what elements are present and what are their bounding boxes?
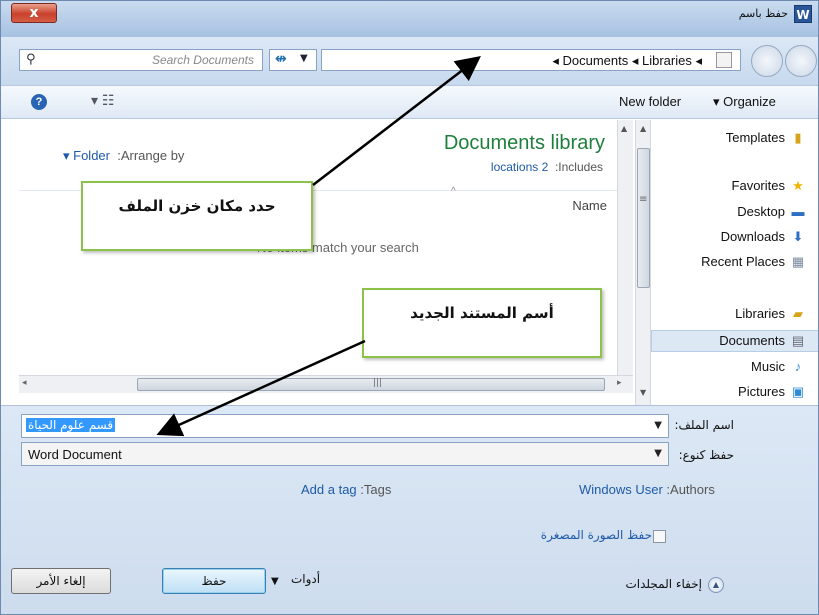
library-title: Documents library (443, 132, 605, 154)
title-bar: x حفظ باسم W (1, 1, 818, 37)
organize-button[interactable]: ▾ Organize (713, 94, 776, 110)
includes-label: :Includes (554, 160, 603, 174)
nav-scrollbar[interactable]: ▲ ≡ ▼ (635, 120, 651, 405)
horizontal-scrollbar[interactable]: ◂ ||| ▸ (19, 375, 633, 393)
filetype-select[interactable]: Word Document ▼ (21, 442, 669, 466)
search-box[interactable]: ⚲ Search Documents (19, 49, 263, 71)
forward-button[interactable] (751, 45, 783, 77)
library-includes: locations 2 :Includes (491, 160, 603, 174)
filetype-value[interactable]: Word Document (28, 447, 122, 462)
close-button[interactable]: x (11, 3, 57, 23)
arrange-by[interactable]: ▾ Folder :Arrange by (63, 148, 184, 164)
back-button[interactable] (785, 45, 817, 77)
scroll-up-icon[interactable]: ▲ (621, 124, 627, 133)
callout-new-document-name: أسم المستند الجديد (362, 288, 602, 358)
search-input[interactable]: Search Documents (152, 53, 254, 67)
documents-icon: ▤ (791, 333, 805, 348)
star-icon: ★ (792, 178, 804, 193)
folder-icon: ▮ (794, 130, 802, 145)
chevron-down-icon[interactable]: ▼ (271, 576, 279, 587)
tools-menu[interactable]: أدوات (291, 572, 320, 586)
save-button[interactable]: حفظ (162, 568, 266, 594)
filename-label: اسم الملف: (674, 418, 734, 432)
new-folder-button[interactable]: New folder (619, 94, 681, 109)
scroll-left-icon[interactable]: ◂ (22, 378, 27, 388)
callout-file-location: حدد مكان خزن الملف (81, 181, 313, 251)
desktop-icon: ▬ (791, 204, 805, 219)
refresh-control[interactable]: ↮ ▼ (269, 49, 317, 71)
recent-places-icon: ▦ (791, 254, 805, 269)
cancel-button[interactable]: إلغاء الأمر (11, 568, 111, 594)
add-tag-link[interactable]: Add a tag (301, 482, 357, 497)
view-options-icon[interactable]: ▾ ☷ (91, 92, 114, 109)
scroll-thumb[interactable] (137, 378, 605, 391)
breadcrumb-path[interactable]: ◂ Documents ◂ Libraries ◂ (552, 53, 702, 69)
scroll-grip-icon: ≡ (639, 194, 648, 205)
tags-row: Add a tag :Tags (301, 482, 391, 497)
nav-buttons (745, 45, 818, 77)
chevron-down-icon[interactable]: ▼ (300, 53, 308, 64)
authors-label: :Authors (666, 482, 715, 497)
music-icon: ♪ (794, 359, 802, 374)
arrange-by-label: :Arrange by (117, 148, 185, 163)
nav-item-libraries[interactable]: Libraries (735, 306, 785, 321)
scroll-down-icon[interactable]: ▼ (640, 388, 646, 397)
filename-field[interactable]: قسم علوم الحياة ▼ (21, 414, 669, 438)
word-app-icon: W (794, 5, 812, 23)
author-link[interactable]: Windows User (579, 482, 663, 497)
save-form: قسم علوم الحياة ▼ اسم الملف: Word Docume… (1, 405, 818, 614)
filename-input[interactable]: قسم علوم الحياة (26, 418, 116, 432)
downloads-icon: ⬇ (792, 229, 804, 244)
chevron-down-icon[interactable]: ▼ (654, 448, 662, 459)
libraries-icon: ▰ (793, 306, 803, 321)
help-icon[interactable]: ? (31, 94, 47, 110)
nav-item-desktop[interactable]: Desktop (737, 204, 785, 219)
nav-item-downloads[interactable]: Downloads (721, 229, 785, 244)
column-header-name[interactable]: Name (572, 198, 607, 213)
save-thumbnail-label[interactable]: حفظ الصورة المصغرة (541, 528, 652, 542)
navigation-pane: Templates ▮ Favorites ★ Desktop ▬ Downlo… (651, 120, 818, 405)
chevron-down-icon[interactable]: ▼ (654, 420, 662, 431)
nav-item-favorites[interactable]: Favorites (732, 178, 785, 193)
nav-item-recent-places[interactable]: Recent Places (701, 254, 785, 269)
window-title: حفظ باسم (738, 7, 788, 20)
scroll-grip-icon: ||| (373, 378, 383, 388)
scroll-right-icon[interactable]: ▸ (617, 378, 622, 388)
nav-item-pictures[interactable]: Pictures (738, 384, 785, 399)
scroll-thumb[interactable] (637, 148, 650, 288)
breadcrumb[interactable]: ◂ Documents ◂ Libraries ◂ (321, 49, 741, 71)
locations-link[interactable]: locations 2 (491, 160, 548, 174)
arrange-folder-link[interactable]: ▾ Folder (63, 148, 110, 163)
nav-item-documents[interactable]: Documents (719, 333, 785, 348)
toolbar: ? ▾ ☷ New folder ▾ Organize (1, 85, 818, 119)
scroll-up-icon[interactable]: ▲ (640, 124, 646, 133)
content-scrollbar[interactable]: ▲ (617, 120, 633, 375)
address-row: ⚲ Search Documents ↮ ▼ ◂ Documents ◂ Lib… (1, 37, 818, 85)
folder-icon (716, 52, 732, 68)
filetype-label: حفظ كنوع: (678, 448, 734, 462)
refresh-icon[interactable]: ↮ (275, 51, 287, 67)
search-icon[interactable]: ⚲ (26, 52, 36, 67)
nav-item-templates[interactable]: Templates (726, 130, 785, 145)
nav-item-music[interactable]: Music (751, 359, 785, 374)
save-as-dialog: x حفظ باسم W ⚲ Search Documents ↮ ▼ ◂ Do… (0, 0, 819, 615)
chevron-up-icon[interactable]: ▲ (708, 577, 724, 593)
tags-label: :Tags (360, 482, 392, 497)
pictures-icon: ▣ (791, 384, 805, 399)
authors-row: Windows User :Authors (579, 482, 715, 497)
sort-caret-icon: ^ (451, 186, 456, 197)
save-thumbnail-checkbox[interactable] (653, 530, 666, 543)
hide-folders-button[interactable]: إخفاء المجلدات (625, 577, 702, 591)
